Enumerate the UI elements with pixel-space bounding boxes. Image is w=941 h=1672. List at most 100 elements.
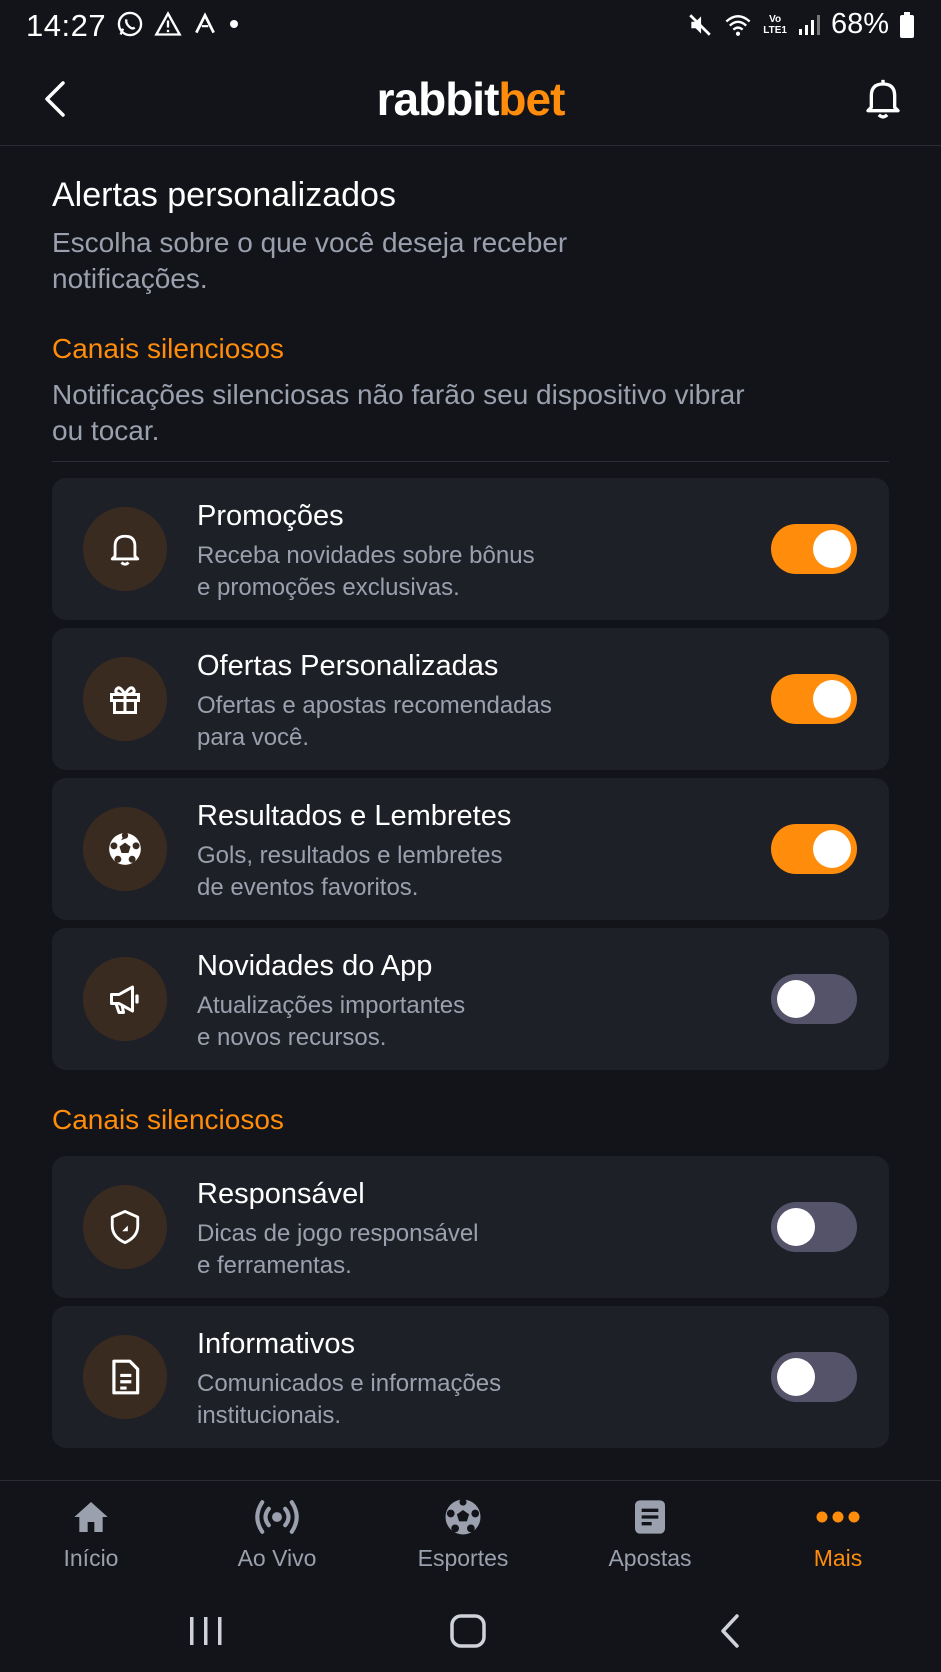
card-title: Informativos: [197, 1328, 355, 1360]
setting-card-novidades: Novidades do App Atualizações importante…: [52, 928, 889, 1070]
bell-icon: [866, 79, 900, 119]
toggle-knob: [813, 530, 851, 568]
card-desc-line1: Comunicados e informações: [197, 1370, 502, 1397]
toggle-ofertas[interactable]: [771, 674, 857, 724]
home-button[interactable]: [438, 1606, 498, 1656]
card-description: Gols, resultados e lembretes de eventos …: [197, 840, 637, 904]
card-icon-wrap: [83, 1185, 167, 1269]
card-title: Responsável: [197, 1178, 365, 1210]
toggle-responsavel[interactable]: [771, 1202, 857, 1252]
wifi-icon: [725, 14, 751, 36]
bet-slip-icon: [575, 1493, 725, 1541]
shield-icon: [110, 1209, 140, 1244]
toggle-resultados[interactable]: [771, 824, 857, 874]
status-bar: 14:27 Vo LTE1 68%: [0, 0, 941, 52]
status-system-icons: Vo LTE1 68%: [687, 8, 915, 41]
dot-icon: [230, 20, 238, 28]
nav-label: Mais: [813, 1545, 863, 1571]
card-desc-line1: Ofertas e apostas recomendadas: [197, 692, 552, 719]
toggle-informativos[interactable]: [771, 1352, 857, 1402]
nav-item-esportes[interactable]: Esportes: [388, 1493, 538, 1572]
app-notification-icon: [195, 12, 215, 34]
nav-label: Ao Vivo: [237, 1545, 317, 1571]
home-square-icon: [450, 1614, 486, 1648]
card-desc-line2: institucionais.: [197, 1402, 342, 1429]
nav-label: Esportes: [417, 1545, 509, 1571]
nav-label: Início: [63, 1545, 119, 1571]
card-description: Comunicados e informações institucionais…: [197, 1368, 637, 1432]
bell-icon: [110, 534, 140, 566]
live-broadcast-icon: [202, 1493, 352, 1541]
toggle-novidades[interactable]: [771, 974, 857, 1024]
gift-icon: [110, 686, 140, 714]
rabbitbet-logo: rabbitbet: [0, 72, 941, 126]
whatsapp-icon: [117, 11, 143, 37]
card-desc-line2: e promoções exclusivas.: [197, 574, 460, 601]
card-desc-line2: e novos recursos.: [197, 1024, 387, 1051]
card-icon-wrap: [83, 507, 167, 591]
card-desc-line2: para você.: [197, 724, 310, 751]
toggle-knob: [813, 830, 851, 868]
warning-icon: [154, 11, 182, 36]
setting-card-informativos: Informativos Comunicados e informações i…: [52, 1306, 889, 1448]
nav-item-mais[interactable]: Mais: [763, 1493, 913, 1572]
home-icon: [16, 1493, 166, 1541]
soccer-ball-icon: [109, 832, 141, 865]
card-desc-line1: Atualizações importantes: [197, 992, 466, 1019]
card-title: Resultados e Lembretes: [197, 800, 512, 832]
card-desc-line1: Gols, resultados e lembretes: [197, 842, 503, 869]
bottom-navigation: Início Ao Vivo Esportes Apostas Mais: [0, 1480, 941, 1590]
notifications-button[interactable]: [859, 74, 907, 124]
toggle-promocoes[interactable]: [771, 524, 857, 574]
battery-percent: 68%: [830, 8, 889, 40]
nav-label: Apostas: [608, 1545, 692, 1571]
system-navigation-bar: [0, 1590, 941, 1672]
lte-bottom-label: LTE1: [763, 24, 787, 36]
system-back-button[interactable]: [700, 1606, 760, 1656]
card-desc-line2: de eventos favoritos.: [197, 874, 419, 901]
page-description: Escolha sobre o que você deseja receber …: [52, 227, 568, 294]
logo-text-orange: bet: [498, 73, 565, 125]
toggle-knob: [777, 1208, 815, 1246]
card-desc-line1: Dicas de jogo responsável: [197, 1220, 479, 1247]
card-icon-wrap: [83, 657, 167, 741]
status-time: 14:27: [26, 8, 107, 43]
lte-top-label: Vo: [769, 13, 782, 25]
lte-indicator: Vo LTE1: [763, 14, 787, 36]
status-notification-icons: [116, 10, 240, 38]
setting-card-responsavel: Responsável Dicas de jogo responsável e …: [52, 1156, 889, 1298]
card-icon-wrap: [83, 957, 167, 1041]
app-screen: 14:27 Vo LTE1 68% rabbitbet Alertas pers…: [0, 0, 941, 1672]
logo-text-white: rabbit: [376, 73, 500, 125]
signal-icon: [798, 14, 820, 35]
card-title: Ofertas Personalizadas: [197, 650, 499, 682]
mute-icon: [689, 13, 711, 36]
nav-item-ao-vivo[interactable]: Ao Vivo: [202, 1493, 352, 1572]
section-title-silent-1: Canais silenciosos: [52, 333, 284, 364]
soccer-ball-icon: [388, 1493, 538, 1541]
page-title: Alertas personalizados: [52, 176, 396, 214]
toggle-knob: [813, 680, 851, 718]
toggle-knob: [777, 980, 815, 1018]
setting-card-resultados: Resultados e Lembretes Gols, resultados …: [52, 778, 889, 920]
setting-card-ofertas: Ofertas Personalizadas Ofertas e apostas…: [52, 628, 889, 770]
setting-card-promocoes: Promoções Receba novidades sobre bônus e…: [52, 478, 889, 620]
card-icon-wrap: [83, 1335, 167, 1419]
main-content: Alertas personalizados Escolha sobre o q…: [52, 170, 889, 1448]
recent-apps-button[interactable]: [176, 1606, 236, 1656]
card-desc-line2: e ferramentas.: [197, 1252, 352, 1279]
card-description: Ofertas e apostas recomendadas para você…: [197, 690, 637, 754]
card-description: Receba novidades sobre bônus e promoções…: [197, 540, 637, 604]
toggle-knob: [777, 1358, 815, 1396]
section-title-silent-2: Canais silenciosos: [52, 1104, 284, 1135]
nav-item-apostas[interactable]: Apostas: [575, 1493, 725, 1572]
chevron-left-icon: [721, 1614, 739, 1648]
more-dots-icon: [763, 1493, 913, 1541]
battery-icon: [900, 11, 914, 38]
card-description: Atualizações importantes e novos recurso…: [197, 990, 637, 1054]
nav-item-inicio[interactable]: Início: [16, 1493, 166, 1572]
card-icon-wrap: [83, 807, 167, 891]
document-icon: [112, 1359, 140, 1395]
card-desc-line1: Receba novidades sobre bônus: [197, 542, 535, 569]
card-title: Promoções: [197, 500, 344, 532]
